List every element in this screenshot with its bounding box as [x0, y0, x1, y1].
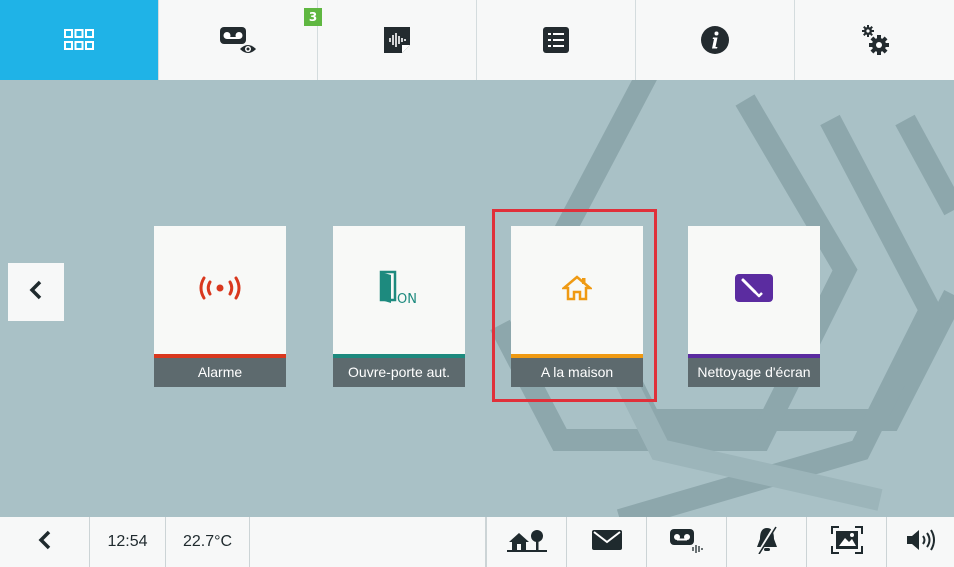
info-icon — [701, 26, 729, 54]
tab-video-messages[interactable]: 3 — [159, 0, 322, 80]
tab-info[interactable] — [636, 0, 795, 80]
list-icon — [543, 27, 569, 53]
mail-icon — [591, 530, 622, 554]
card-alarme-label: Alarme — [154, 358, 286, 387]
top-nav: 3 — [0, 0, 954, 80]
picture-frame-icon — [830, 526, 863, 558]
door-on-icon: ON — [375, 270, 423, 310]
card-nettoyage-ecran-label: Nettoyage d'écran — [688, 358, 820, 387]
home-tree-icon — [506, 528, 547, 556]
screen-clean-icon — [735, 274, 773, 306]
bell-mute-button[interactable] — [727, 517, 807, 567]
selection-highlight — [492, 209, 657, 402]
previous-page-button[interactable] — [8, 263, 64, 321]
home-tree-button[interactable] — [486, 517, 567, 567]
tab-list[interactable] — [477, 0, 636, 80]
card-ouvre-porte-face: ON — [333, 226, 465, 354]
card-nettoyage-ecran-face — [688, 226, 820, 354]
card-ouvre-porte-label: Ouvre-porte aut. — [333, 358, 465, 387]
status-spacer — [250, 517, 486, 567]
bottom-status-bar: 12:54 22.7°C — [0, 517, 954, 567]
volume-button[interactable] — [887, 517, 954, 567]
bell-muted-icon — [755, 525, 779, 558]
card-alarme-face — [154, 226, 286, 354]
temperature-readout: 22.7°C — [166, 517, 250, 567]
card-ouvre-porte[interactable]: ON Ouvre-porte aut. — [333, 226, 465, 387]
picture-frame-button[interactable] — [807, 517, 887, 567]
svg-text:ON: ON — [397, 292, 417, 306]
back-arrow-icon — [38, 530, 52, 554]
card-nettoyage-ecran[interactable]: Nettoyage d'écran — [688, 226, 820, 387]
card-alarme[interactable]: Alarme — [154, 226, 286, 387]
tab-settings[interactable] — [795, 0, 954, 80]
chevron-left-icon — [28, 280, 44, 304]
tab-home-grid[interactable] — [0, 0, 159, 80]
voicemail-button[interactable] — [647, 517, 727, 567]
audio-note-icon — [384, 27, 410, 53]
back-button[interactable] — [0, 517, 90, 567]
gears-icon — [858, 23, 892, 57]
voicemail-audio-icon — [669, 526, 705, 558]
clock-time: 12:54 — [90, 517, 166, 567]
mail-button[interactable] — [567, 517, 647, 567]
grid-icon — [64, 29, 94, 51]
tab-audio-messages[interactable] — [318, 0, 477, 80]
volume-icon — [906, 529, 936, 555]
alarm-signal-icon — [196, 274, 244, 306]
voicemail-eye-icon — [216, 22, 260, 58]
